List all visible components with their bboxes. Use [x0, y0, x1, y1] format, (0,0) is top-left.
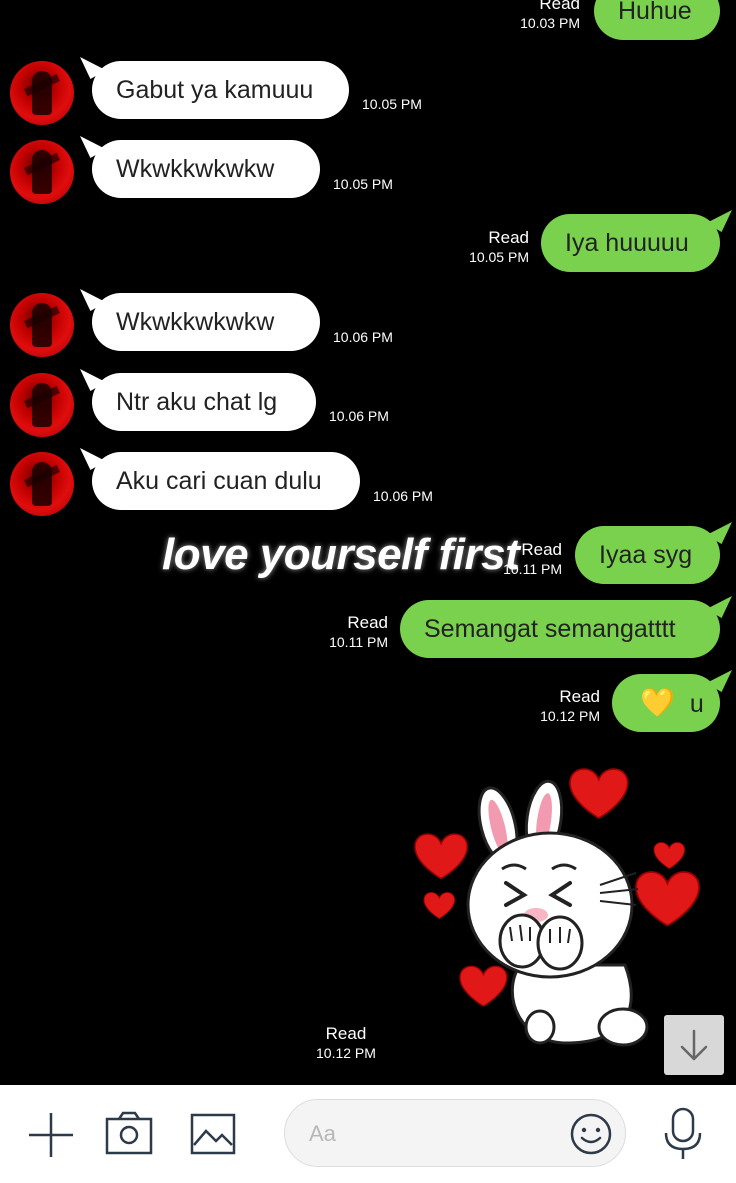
emoji-button[interactable] — [569, 1112, 613, 1161]
message-time: 10.11 PM — [329, 634, 388, 650]
message-time: 10.05 PM — [362, 96, 422, 112]
read-status: Read — [559, 687, 600, 706]
outgoing-bubble[interactable]: Semangat semangatttt — [400, 600, 720, 658]
incoming-bubble[interactable]: Wkwkkwkwkw — [92, 140, 320, 198]
avatar[interactable] — [10, 373, 74, 437]
message-meta: Read 10.11 PM — [329, 613, 388, 651]
read-status: Read — [347, 613, 388, 632]
message-text: Gabut ya kamuuu — [116, 76, 314, 104]
message-meta: Read 10.05 PM — [469, 228, 529, 266]
read-status: Read — [325, 1024, 367, 1043]
message-text: Wkwkkwkwkw — [116, 308, 275, 336]
bunny-hearts-icon — [414, 768, 700, 1047]
message-input-box[interactable] — [284, 1099, 626, 1167]
outgoing-bubble[interactable]: 💛 u — [612, 674, 720, 732]
voice-button[interactable] — [663, 1107, 703, 1166]
message-text: Wkwkkwkwkw — [116, 155, 275, 183]
camera-icon — [105, 1111, 153, 1155]
bunny-hearts-sticker[interactable] — [410, 765, 710, 1055]
gallery-button[interactable] — [190, 1113, 236, 1160]
chat-area[interactable]: Read 10.03 PM Huhue Gabut ya kamuuu 10.0… — [0, 0, 736, 1085]
arrow-down-icon — [680, 1029, 708, 1061]
emoji-icon — [570, 1113, 612, 1155]
outgoing-bubble[interactable]: Iyaa syg — [575, 526, 720, 584]
overlay-caption: love yourself first — [162, 530, 520, 579]
avatar[interactable] — [10, 140, 74, 204]
read-status: Read — [488, 228, 529, 247]
composer-toolbar — [0, 1085, 736, 1183]
outgoing-bubble[interactable]: Iya huuuuu — [541, 214, 720, 272]
message-meta: Read 10.12 PM — [316, 1024, 376, 1062]
message-time: 10.06 PM — [333, 329, 393, 345]
microphone-icon — [664, 1107, 702, 1159]
message-time: 10.03 PM — [520, 15, 580, 31]
avatar[interactable] — [10, 293, 74, 357]
message-time: 10.06 PM — [329, 408, 389, 424]
message-text: Iyaa syg — [599, 541, 693, 569]
camera-button[interactable] — [104, 1111, 154, 1162]
read-status: Read — [539, 0, 580, 13]
message-time: 10.06 PM — [373, 488, 433, 504]
avatar[interactable] — [10, 452, 74, 516]
message-text: Ntr aku chat lg — [116, 388, 278, 416]
incoming-bubble[interactable]: Gabut ya kamuuu — [92, 61, 349, 119]
message-time: 10.12 PM — [316, 1045, 376, 1061]
message-input[interactable] — [307, 1114, 561, 1154]
outgoing-bubble[interactable]: Huhue — [594, 0, 720, 40]
scroll-to-bottom-button[interactable] — [664, 1015, 724, 1075]
message-time: 10.05 PM — [333, 176, 393, 192]
message-time: 10.12 PM — [540, 708, 600, 724]
message-time: 10.05 PM — [469, 249, 529, 265]
message-text: u — [689, 690, 704, 718]
message-meta: Read 10.03 PM — [520, 0, 580, 32]
message-text: Huhue — [618, 0, 692, 25]
avatar[interactable] — [10, 61, 74, 125]
message-text: Iya huuuuu — [565, 229, 689, 257]
incoming-bubble[interactable]: Aku cari cuan dulu — [92, 452, 360, 510]
incoming-bubble[interactable]: Ntr aku chat lg — [92, 373, 316, 431]
yellow-heart-icon: 💛 — [640, 686, 675, 719]
plus-icon — [29, 1113, 73, 1157]
image-icon — [190, 1113, 236, 1155]
incoming-bubble[interactable]: Wkwkkwkwkw — [92, 293, 320, 351]
message-text: Aku cari cuan dulu — [116, 467, 322, 495]
add-button[interactable] — [27, 1111, 75, 1164]
message-meta: Read 10.12 PM — [540, 687, 600, 725]
message-text: Semangat semangatttt — [424, 615, 676, 643]
